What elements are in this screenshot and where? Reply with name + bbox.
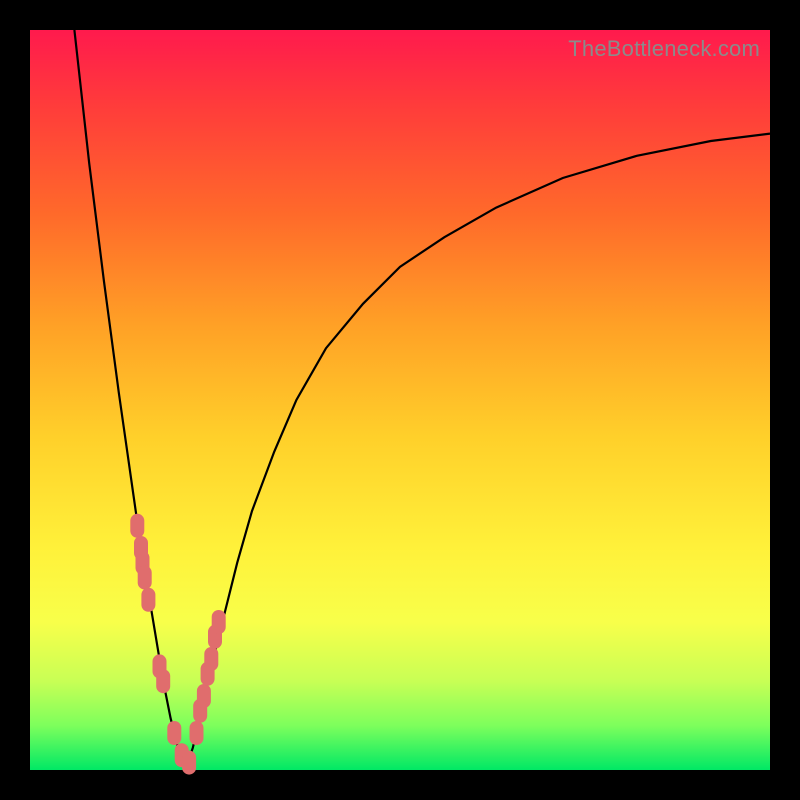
chart-svg	[30, 30, 770, 770]
data-marker	[204, 647, 218, 671]
curve-left-branch	[74, 30, 185, 770]
data-marker	[156, 669, 170, 693]
plot-area: TheBottleneck.com	[30, 30, 770, 770]
chart-frame: TheBottleneck.com	[0, 0, 800, 800]
curve-right-branch	[185, 134, 770, 770]
data-marker	[212, 610, 226, 634]
data-marker	[138, 566, 152, 590]
data-marker	[190, 721, 204, 745]
data-markers-group	[130, 514, 225, 775]
data-marker	[197, 684, 211, 708]
data-marker	[130, 514, 144, 538]
data-marker	[141, 588, 155, 612]
data-marker	[182, 751, 196, 775]
data-marker	[167, 721, 181, 745]
